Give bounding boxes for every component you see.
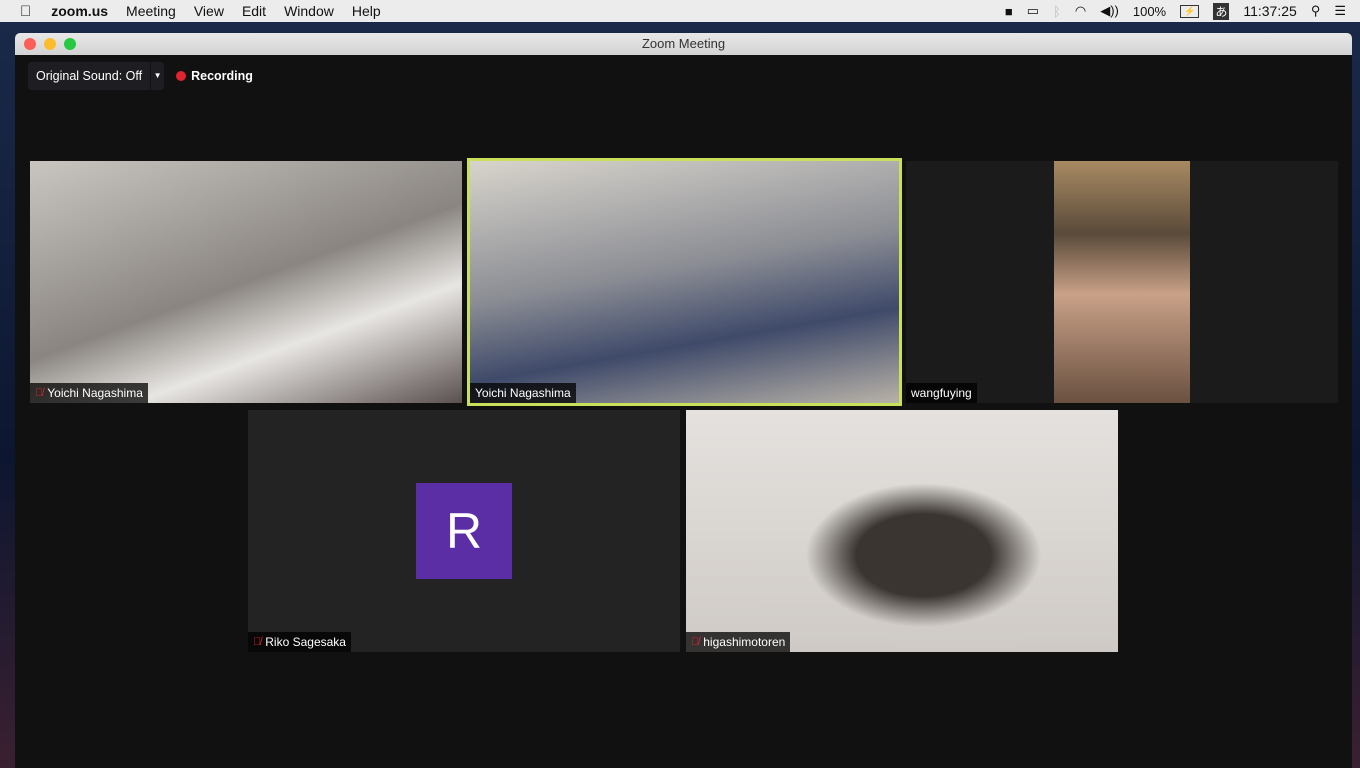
video-tile[interactable]: wangfuying <box>906 161 1338 403</box>
volume-icon[interactable]: ◀)) <box>1100 3 1119 19</box>
wifi-icon[interactable]: ◠ <box>1075 3 1086 19</box>
close-button[interactable] <box>24 38 36 50</box>
zoom-meeting-window: Zoom Meeting Original Sound: Off ▼ Recor… <box>15 33 1352 768</box>
spotlight-search-icon[interactable]: ⚲ <box>1311 3 1321 19</box>
recording-indicator: Recording <box>176 69 253 83</box>
participant-name-label: 🎙̸ higashimotoren <box>686 632 791 652</box>
original-sound-button[interactable]: Original Sound: Off <box>28 62 151 90</box>
title-bar: Zoom Meeting <box>15 33 1352 55</box>
menu-view[interactable]: View <box>194 3 224 19</box>
menu-window[interactable]: Window <box>284 3 334 19</box>
battery-icon[interactable]: ⚡ <box>1180 4 1200 18</box>
menu-edit[interactable]: Edit <box>242 3 266 19</box>
zoom-window-button[interactable] <box>64 38 76 50</box>
participant-name-label: Yoichi Nagashima <box>470 383 576 403</box>
bluetooth-icon[interactable]: ᛒ <box>1053 4 1061 19</box>
minimize-button[interactable] <box>44 38 56 50</box>
apple-icon[interactable]:  <box>20 3 31 20</box>
muted-mic-icon: 🎙̸ <box>691 636 700 648</box>
menu-bar:  zoom.us Meeting View Edit Window Help … <box>0 0 1360 22</box>
participant-video <box>30 161 462 403</box>
input-method[interactable]: あ <box>1213 2 1230 20</box>
muted-mic-icon: 🎙̸ <box>35 387 44 399</box>
video-tile[interactable]: 🎙̸ Yoichi Nagashima <box>30 161 462 403</box>
window-title: Zoom Meeting <box>641 36 726 51</box>
participant-video <box>1054 161 1190 403</box>
video-tile[interactable]: R 🎙̸ Riko Sagesaka <box>248 410 680 652</box>
original-sound-dropdown[interactable]: ▼ <box>150 62 165 90</box>
participant-name-label: 🎙̸ Riko Sagesaka <box>248 632 351 652</box>
participant-video <box>470 161 899 403</box>
menu-help[interactable]: Help <box>352 3 381 19</box>
airplay-icon[interactable]: ▭ <box>1027 3 1039 19</box>
participant-name-label: wangfuying <box>906 383 977 403</box>
menu-meeting[interactable]: Meeting <box>126 3 176 19</box>
notification-center-icon[interactable]: ☰ <box>1334 3 1346 19</box>
muted-mic-icon: 🎙̸ <box>253 636 262 648</box>
zoom-camera-icon[interactable]: ■ <box>1005 4 1013 19</box>
participant-name-label: 🎙̸ Yoichi Nagashima <box>30 383 148 403</box>
recording-label: Recording <box>191 69 253 83</box>
menu-app[interactable]: zoom.us <box>51 3 108 19</box>
battery-percent: 100% <box>1132 3 1167 19</box>
video-tile[interactable]: 🎙̸ higashimotoren <box>686 410 1118 652</box>
video-tile-active-speaker[interactable]: Yoichi Nagashima <box>467 158 902 406</box>
participant-video <box>686 410 1118 652</box>
recording-dot-icon <box>176 71 187 81</box>
clock[interactable]: 11:37:25 <box>1243 3 1296 19</box>
avatar: R <box>416 483 512 579</box>
